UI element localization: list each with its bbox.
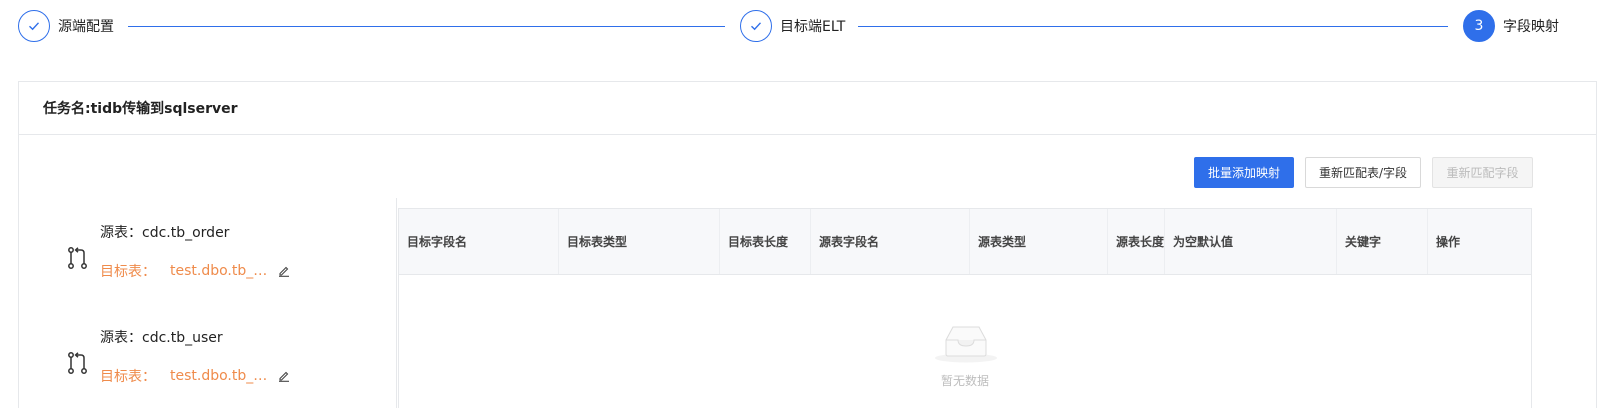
empty-state: 暂无数据 (399, 276, 1531, 408)
check-icon (740, 10, 772, 42)
column-header: 目标字段名 (399, 209, 559, 274)
task-title: 任务名:tidb传输到sqlserver (19, 82, 1596, 135)
source-label: 源表： (100, 225, 142, 241)
step-label: 目标端ELT (780, 19, 846, 35)
panel-divider (396, 198, 397, 408)
column-header: 操作 (1436, 234, 1461, 249)
step-label: 字段映射 (1503, 19, 1559, 35)
step-connector (128, 26, 725, 27)
batch-add-mapping-button[interactable]: 批量添加映射 (1194, 157, 1294, 188)
target-table: test.dbo.tb_or··· (170, 263, 274, 279)
source-table: cdc.tb_user (142, 330, 223, 346)
target-label: 目标表： (100, 369, 156, 385)
column-header: 目标表类型 (559, 209, 720, 274)
column-header: 源表类型 (970, 209, 1108, 274)
step-target-elt[interactable]: 目标端ELT (740, 10, 845, 42)
steps-bar: 源端配置 目标端ELT 3 字段映射 (0, 0, 1615, 56)
empty-inbox-icon (935, 326, 997, 363)
mapping-item[interactable]: 源表：cdc.tb_order 目标表： test.dbo.tb_or··· (67, 222, 367, 292)
step-label: 源端配置 (58, 19, 114, 35)
target-label: 目标表： (100, 264, 156, 280)
column-header: 关键字 (1337, 209, 1428, 274)
column-header: 源表字段名 (811, 209, 970, 274)
check-icon (18, 10, 50, 42)
step-connector (858, 26, 1448, 27)
empty-text: 暂无数据 (940, 374, 989, 388)
rematch-field-button: 重新匹配字段 (1432, 157, 1533, 188)
source-label: 源表： (100, 330, 142, 346)
column-header: 源表长度 (1108, 209, 1165, 274)
rematch-table-field-button[interactable]: 重新匹配表/字段 (1305, 157, 1421, 188)
column-header: 为空默认值 (1165, 209, 1337, 274)
step-number: 3 (1463, 10, 1495, 42)
table-header: 目标字段名 目标表类型 目标表长度 源表字段名 源表类型 源表长度 为空默认值 … (399, 208, 1531, 275)
source-table: cdc.tb_order (142, 225, 230, 241)
edit-icon[interactable] (278, 370, 290, 382)
edit-icon[interactable] (278, 265, 290, 277)
mapping-item[interactable]: 源表：cdc.tb_user 目标表： test.dbo.tb_user (67, 327, 367, 397)
step-field-mapping[interactable]: 3 字段映射 (1463, 10, 1559, 42)
git-compare-icon (68, 352, 87, 374)
column-header: 目标表长度 (720, 209, 811, 274)
target-table: test.dbo.tb_user (170, 368, 274, 384)
field-mapping-table: 目标字段名 目标表类型 目标表长度 源表字段名 源表类型 源表长度 为空默认值 … (398, 208, 1532, 408)
git-compare-icon (68, 247, 87, 269)
step-source-config[interactable]: 源端配置 (18, 10, 114, 42)
task-card: 任务名:tidb传输到sqlserver 批量添加映射 重新匹配表/字段 重新匹… (18, 81, 1597, 408)
